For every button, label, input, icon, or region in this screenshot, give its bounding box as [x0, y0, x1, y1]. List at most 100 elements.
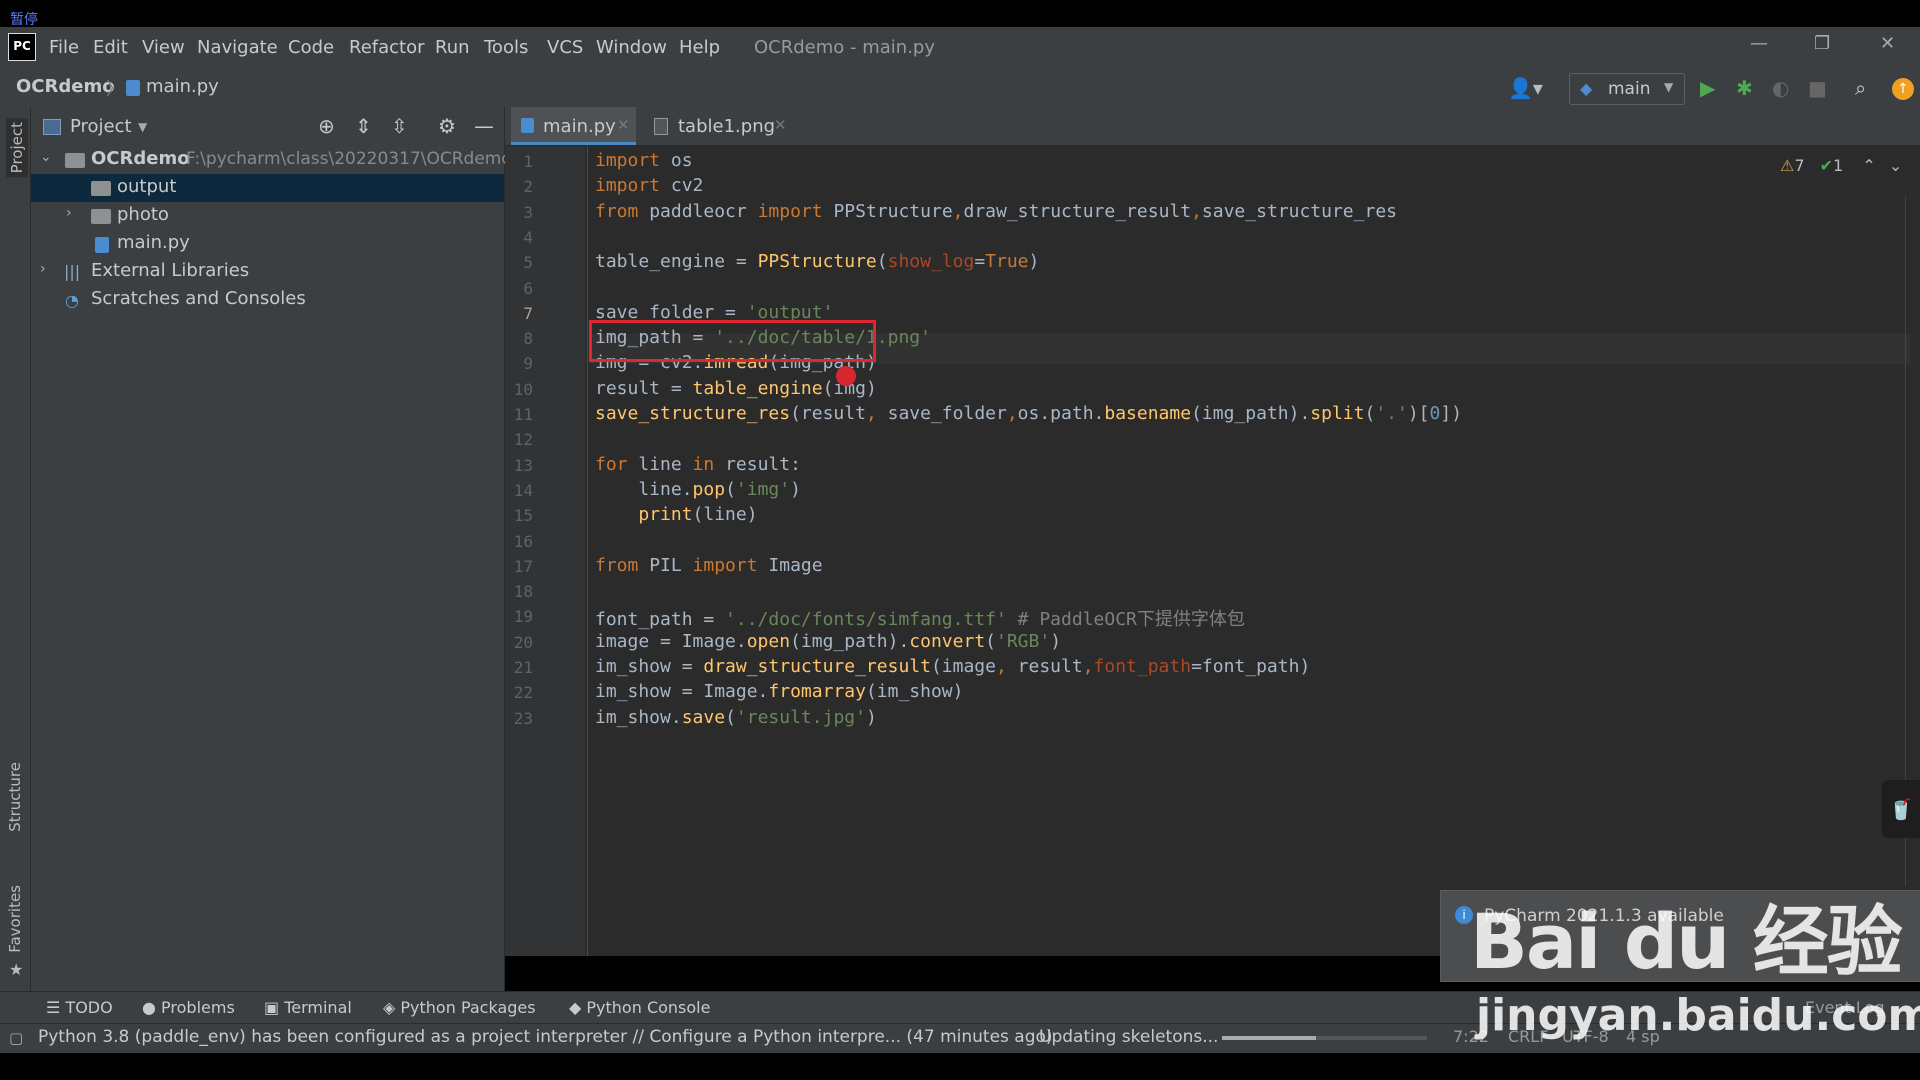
line-number: 2 — [523, 177, 533, 197]
tree-item-label: photo — [117, 204, 169, 225]
video-bottom-strip — [0, 1053, 1920, 1080]
tree-item-root[interactable]: ⌄ OCRdemo F:\pycharm\class\20220317\OCRd… — [31, 146, 512, 174]
menu-view[interactable]: View — [142, 37, 185, 58]
run-configuration-select[interactable]: ◆ main ▼ — [1569, 73, 1685, 105]
floating-cup-icon[interactable]: 🥤 — [1882, 780, 1920, 838]
python-file-icon — [521, 118, 534, 133]
favorites-tool-tab[interactable]: Favorites — [6, 885, 24, 953]
line-number: 5 — [523, 253, 533, 273]
run-icon[interactable]: ▶ — [1700, 76, 1715, 100]
menu-help[interactable]: Help — [679, 37, 720, 58]
debug-icon[interactable]: ✱ — [1736, 76, 1753, 100]
tree-item-path: F:\pycharm\class\20220317\OCRdemo — [186, 149, 512, 169]
line-number: 20 — [513, 632, 533, 652]
todo-tool-button[interactable]: ☰ TODO — [46, 998, 113, 1017]
code-line[interactable]: im_show.save('result.jpg') — [595, 707, 877, 728]
tree-item-label: External Libraries — [91, 260, 250, 281]
tab-table1-png[interactable]: table1.png ✕ — [646, 107, 796, 145]
folder-icon — [91, 209, 111, 224]
close-icon[interactable]: ✕ — [774, 116, 787, 134]
code-line[interactable]: image = Image.open(img_path).convert('RG… — [595, 631, 1061, 652]
code-line[interactable]: from paddleocr import PPStructure,draw_s… — [595, 201, 1397, 222]
project-tool-tab[interactable]: Project — [6, 118, 28, 178]
line-number: 8 — [523, 329, 533, 349]
close-icon[interactable]: ✕ — [617, 116, 630, 134]
problems-tool-button[interactable]: ● Problems — [142, 998, 235, 1017]
close-icon[interactable]: ✕ — [1880, 33, 1895, 54]
menu-tools[interactable]: Tools — [484, 37, 528, 58]
packages-icon: ◈ — [383, 998, 401, 1017]
restore-icon[interactable]: ❐ — [1814, 33, 1830, 54]
line-number: 3 — [523, 202, 533, 222]
chevron-down-icon: ▼ — [1664, 80, 1674, 94]
packages-label: Python Packages — [400, 998, 536, 1017]
gear-icon[interactable]: ⚙ — [438, 114, 456, 138]
chevron-down-icon[interactable]: ⌄ — [40, 149, 52, 165]
status-message[interactable]: Python 3.8 (paddle_env) has been configu… — [38, 1027, 1053, 1047]
code-line[interactable]: result = table_engine(img) — [595, 378, 877, 399]
tree-item-label: main.py — [117, 232, 190, 253]
tree-item-label: output — [117, 176, 177, 197]
line-number: 1 — [523, 152, 533, 171]
tree-item-scratches[interactable]: ◔ Scratches and Consoles — [31, 286, 504, 314]
chevron-down-icon[interactable]: ⌄ — [1889, 156, 1902, 175]
code-line[interactable]: line.pop('img') — [595, 479, 801, 500]
tree-item-main[interactable]: main.py — [31, 230, 504, 258]
code-line[interactable]: im_show = draw_structure_result(image, r… — [595, 656, 1310, 677]
code-line[interactable]: table_engine = PPStructure(show_log=True… — [595, 251, 1039, 272]
code-line[interactable]: from PIL import Image — [595, 555, 823, 576]
code-line[interactable]: for line in result: — [595, 454, 801, 475]
chevron-down-icon[interactable]: ▼ — [138, 120, 147, 134]
breadcrumb-separator: 〉 — [106, 79, 124, 100]
line-number: 11 — [513, 405, 533, 424]
chevron-right-icon[interactable]: › — [40, 261, 46, 277]
console-icon: ◆ — [569, 998, 587, 1017]
terminal-tool-button[interactable]: ▣ Terminal — [264, 998, 352, 1017]
stop-icon[interactable]: ■ — [1808, 76, 1827, 100]
tab-label: main.py — [543, 116, 616, 137]
menu-file[interactable]: File — [49, 37, 79, 58]
chevron-up-icon[interactable]: ⌃ — [1862, 156, 1875, 175]
code-line[interactable]: print(line) — [595, 504, 757, 525]
code-line[interactable]: import os — [595, 150, 693, 171]
code-line[interactable]: import cv2 — [595, 175, 703, 196]
project-panel-title[interactable]: Project — [70, 116, 132, 137]
python-packages-tool-button[interactable]: ◈ Python Packages — [383, 998, 536, 1017]
hide-icon[interactable]: — — [474, 114, 494, 138]
locate-icon[interactable]: ⊕ — [318, 114, 335, 138]
line-number: 6 — [523, 278, 533, 298]
breadcrumb-project[interactable]: OCRdemo — [16, 76, 115, 97]
user-icon[interactable]: 👤▾ — [1508, 76, 1543, 100]
structure-tool-tab[interactable]: Structure — [6, 762, 24, 832]
update-icon[interactable]: ↑ — [1892, 78, 1914, 100]
warning-icon: ⚠ — [1780, 156, 1795, 175]
library-icon: ||| — [64, 262, 81, 281]
python-console-tool-button[interactable]: ◆ Python Console — [569, 998, 710, 1017]
baidu-watermark-url: jingyan.baidu.com — [1476, 990, 1920, 1041]
menu-navigate[interactable]: Navigate — [197, 37, 278, 58]
breadcrumb-file[interactable]: main.py — [146, 76, 219, 97]
baidu-watermark-logo: Bai du 经验 — [1470, 897, 1903, 986]
coverage-icon[interactable]: ◐ — [1772, 76, 1789, 100]
collapse-all-icon[interactable]: ⇳ — [391, 114, 408, 138]
menu-run[interactable]: Run — [435, 37, 470, 58]
status-progress-label: Updating skeletons... — [1039, 1027, 1219, 1047]
tree-item-output[interactable]: output — [31, 174, 504, 202]
search-icon[interactable]: ⌕ — [1855, 76, 1866, 100]
status-toggle-icon[interactable]: ▢ — [9, 1029, 23, 1047]
code-line[interactable]: save_structure_res(result, save_folder,o… — [595, 403, 1462, 424]
menu-code[interactable]: Code — [288, 37, 334, 58]
menu-refactor[interactable]: Refactor — [349, 37, 425, 58]
tree-item-photo[interactable]: › photo — [31, 202, 504, 230]
menu-vcs[interactable]: VCS — [547, 37, 583, 58]
minimize-icon[interactable]: — — [1750, 33, 1768, 54]
inspection-widget[interactable]: ⚠7 ✔1 ⌃ ⌄ — [1780, 156, 1902, 175]
tree-item-external-libraries[interactable]: › ||| External Libraries — [31, 258, 504, 286]
code-line[interactable]: im_show = Image.fromarray(im_show) — [595, 681, 963, 702]
code-line[interactable]: font_path = '../doc/fonts/simfang.ttf' #… — [595, 605, 1245, 631]
expand-all-icon[interactable]: ⇕ — [355, 114, 372, 138]
menu-window[interactable]: Window — [596, 37, 667, 58]
menu-edit[interactable]: Edit — [93, 37, 128, 58]
chevron-right-icon[interactable]: › — [66, 205, 72, 221]
tab-main-py[interactable]: main.py ✕ — [511, 107, 636, 145]
